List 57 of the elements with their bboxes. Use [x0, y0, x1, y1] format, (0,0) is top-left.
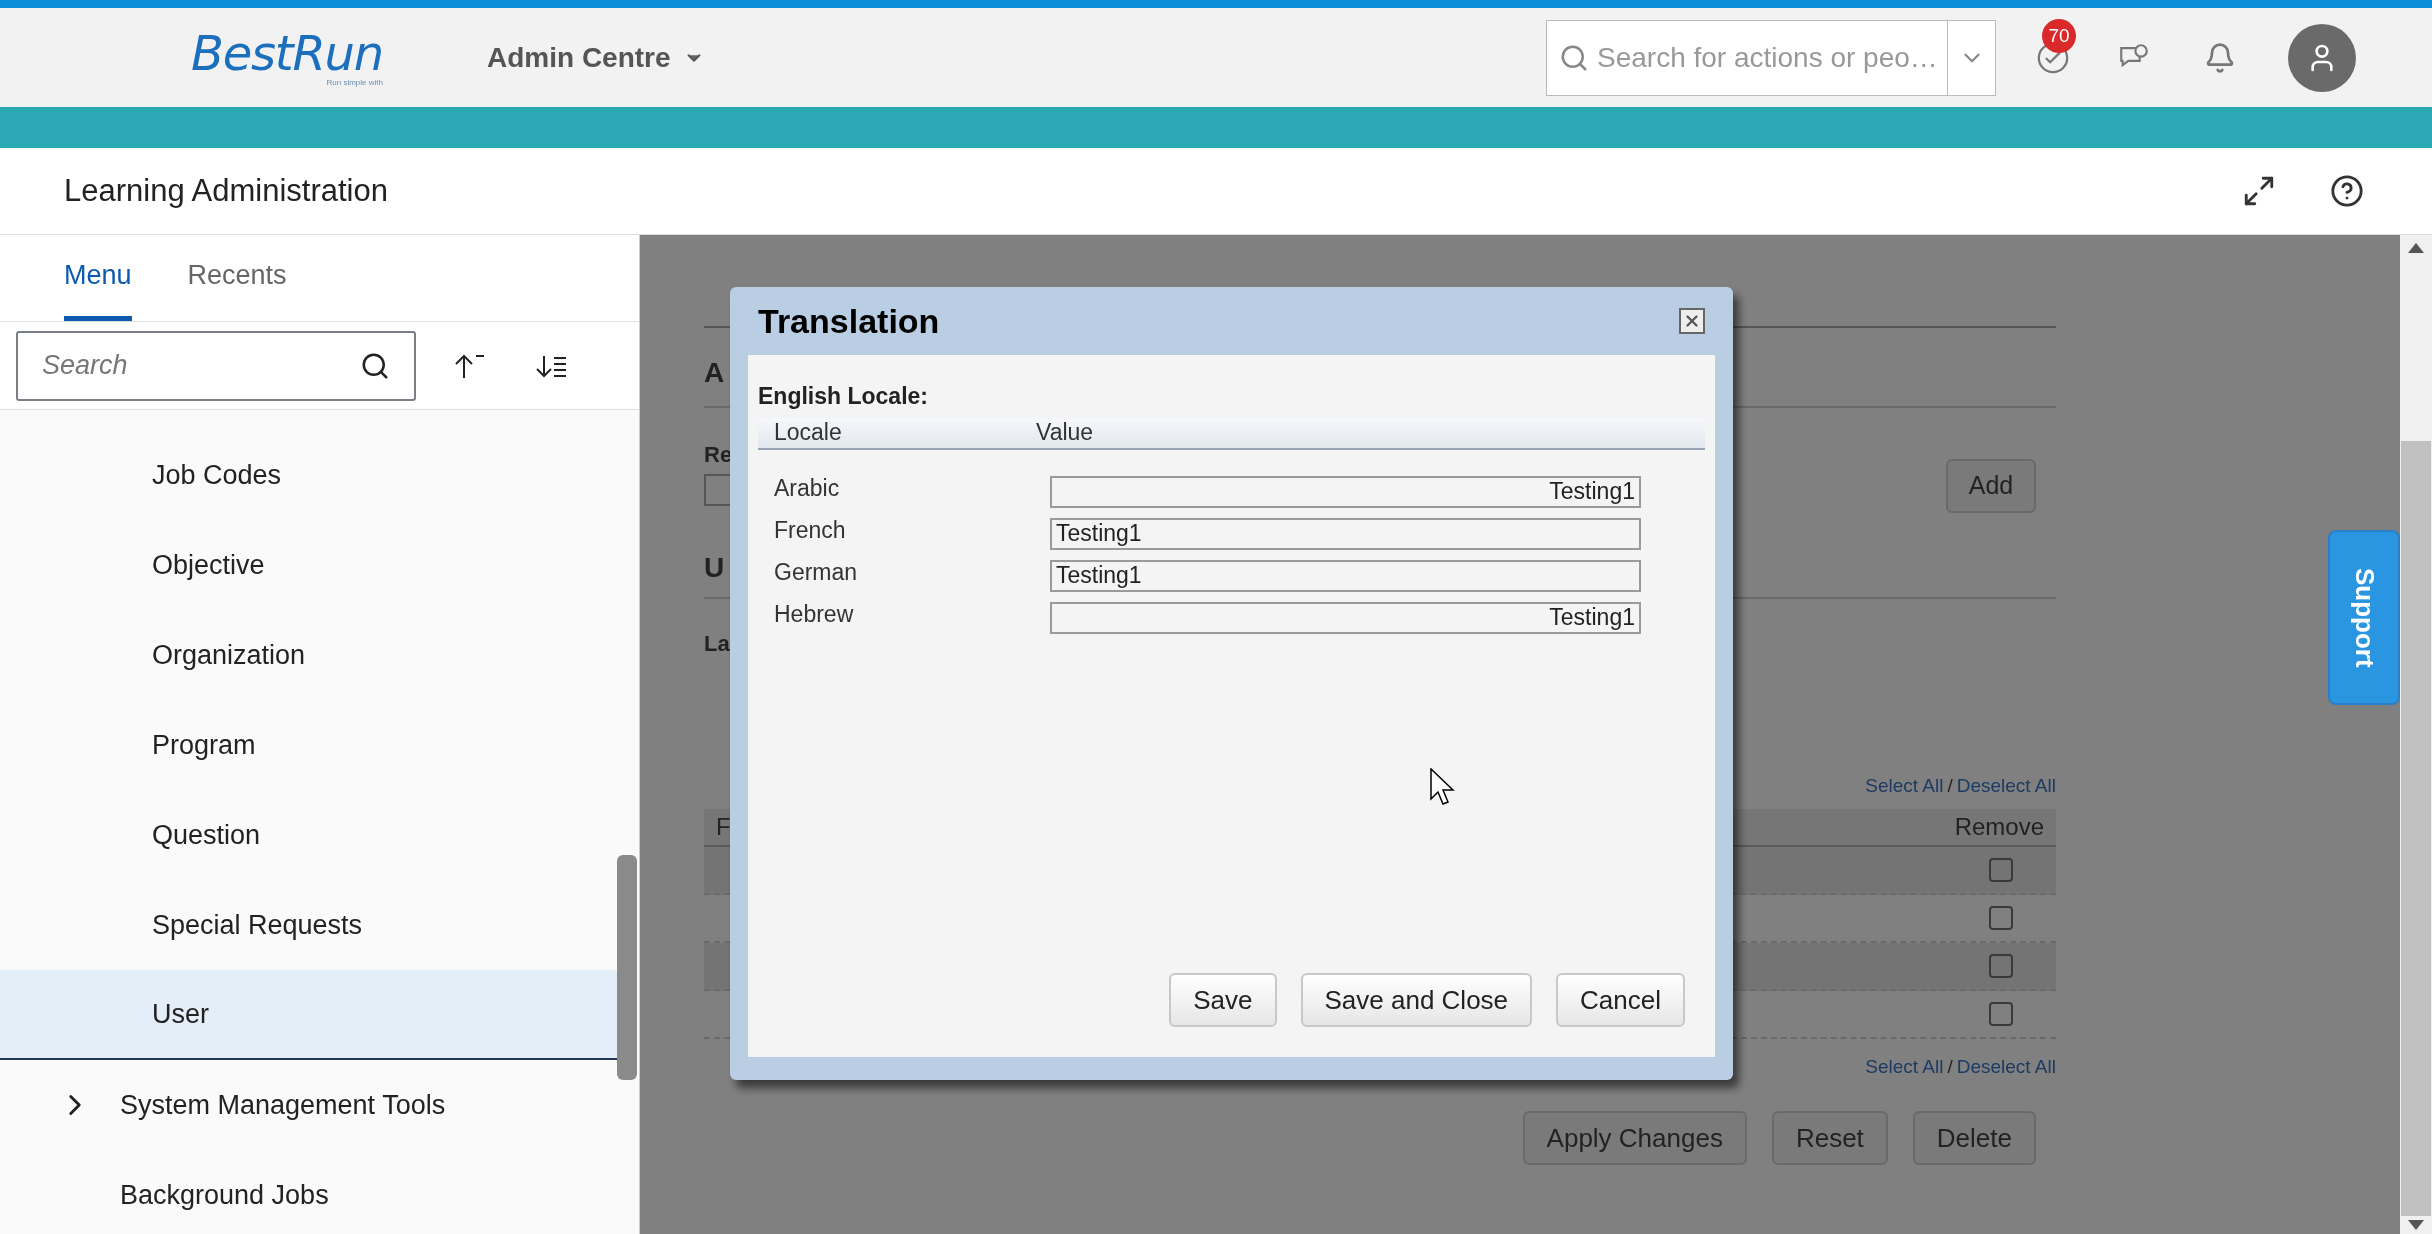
remove-checkbox[interactable]: [1989, 1001, 2013, 1026]
sidebar-item[interactable]: Job Codes: [0, 430, 617, 520]
remove-checkbox[interactable]: [1989, 905, 2013, 930]
close-button[interactable]: [1679, 308, 1705, 334]
sidebar-item[interactable]: Question: [0, 790, 617, 880]
action-button[interactable]: Delete: [1912, 1111, 2036, 1165]
column-header: Value: [1036, 418, 1094, 448]
admin-centre-menu[interactable]: Admin Centre: [487, 36, 705, 79]
locale-label: Arabic: [774, 474, 841, 504]
scrollbar-thumb[interactable]: [2401, 441, 2431, 1216]
sidebar-item[interactable]: Organization: [0, 610, 617, 700]
add-button[interactable]: Add: [1946, 459, 2036, 513]
sidebar-tab[interactable]: Recents: [187, 234, 287, 321]
sidebar-search-field[interactable]: Search: [16, 330, 416, 401]
remove-checkbox[interactable]: [1989, 953, 2013, 978]
value-field[interactable]: Testing1: [1050, 517, 1641, 550]
sidebar-item[interactable]: Program: [0, 700, 617, 790]
column-header: Remove: [1954, 811, 2044, 842]
dialog-button[interactable]: Save and Close: [1300, 973, 1533, 1027]
separator-text: /: [1947, 1054, 1953, 1079]
notification-badge: 70: [2042, 18, 2076, 53]
section-label: English Locale:: [758, 382, 929, 411]
section-heading: U: [704, 551, 725, 585]
help-icon[interactable]: [2330, 174, 2364, 208]
sidebar-item[interactable]: Special Requests: [0, 880, 617, 970]
locale-label: Hebrew: [774, 600, 855, 630]
mouse-cursor-icon: [1430, 768, 1456, 806]
value-field[interactable]: Testing1: [1050, 559, 1641, 592]
bell-icon[interactable]: [2204, 41, 2236, 74]
column-header: F: [716, 811, 731, 842]
section-heading: A: [704, 356, 725, 390]
field-label: Re: [704, 441, 733, 469]
column-header: Locale: [774, 418, 843, 448]
locale-label: French: [774, 516, 847, 546]
value-field[interactable]: Testing1: [1050, 601, 1641, 634]
dialog-title: Translation: [758, 300, 940, 342]
action-button[interactable]: Reset: [1771, 1111, 1888, 1165]
sidebar-item[interactable]: Objective: [0, 520, 617, 610]
scrollbar-thumb[interactable]: [617, 855, 637, 1080]
scroll-down-icon[interactable]: [2408, 1220, 2424, 1230]
logo[interactable]: BestRun: [190, 28, 383, 78]
close-icon: [1683, 312, 1701, 330]
page-title: Learning Administration: [64, 171, 388, 210]
logo-tagline: Run simple with: [326, 78, 383, 87]
scroll-up-icon[interactable]: [2408, 243, 2424, 253]
remove-checkbox[interactable]: [1989, 857, 2013, 882]
field-label: La: [704, 630, 730, 658]
action-button[interactable]: Apply Changes: [1522, 1111, 1747, 1165]
sidebar-item[interactable]: Background Jobs: [0, 1150, 617, 1234]
dialog-button[interactable]: Save: [1169, 973, 1277, 1027]
expand-icon[interactable]: [2242, 174, 2276, 208]
sidebar-item[interactable]: User: [0, 970, 617, 1060]
separator-text: /: [1947, 774, 1953, 798]
value-field[interactable]: Testing1: [1050, 475, 1641, 508]
locale-label: German: [774, 558, 859, 588]
dialog-button[interactable]: Cancel: [1556, 973, 1685, 1027]
sidebar-item[interactable]: System Management Tools: [0, 1060, 617, 1150]
